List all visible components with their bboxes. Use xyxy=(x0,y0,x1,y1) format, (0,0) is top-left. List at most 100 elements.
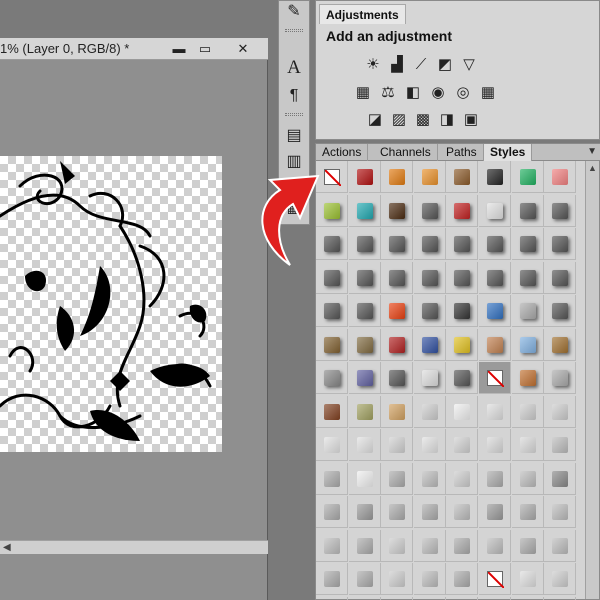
close-icon[interactable]: ✕ xyxy=(232,40,254,57)
style-swatch[interactable] xyxy=(544,496,577,528)
style-swatch[interactable] xyxy=(316,295,348,327)
style-swatch[interactable] xyxy=(511,529,544,562)
style-swatch[interactable] xyxy=(381,161,414,193)
tab-paths[interactable]: Paths xyxy=(440,144,484,161)
style-swatch[interactable] xyxy=(381,295,414,327)
style-swatch[interactable] xyxy=(511,261,544,294)
style-swatch[interactable] xyxy=(544,462,577,495)
style-swatch[interactable] xyxy=(446,429,479,461)
style-swatch[interactable] xyxy=(381,496,414,528)
style-swatch[interactable] xyxy=(446,395,479,428)
style-swatch[interactable] xyxy=(413,328,446,361)
style-swatch[interactable] xyxy=(544,429,577,461)
style-swatch[interactable] xyxy=(446,295,479,327)
scroll-up-icon[interactable]: ▲ xyxy=(588,163,597,173)
dock-grip[interactable] xyxy=(285,29,303,32)
style-swatch[interactable] xyxy=(479,295,511,327)
hue-saturation-icon[interactable]: ▦ xyxy=(354,85,372,101)
style-swatch[interactable] xyxy=(479,395,511,428)
style-swatch[interactable] xyxy=(348,295,381,327)
style-swatch[interactable] xyxy=(316,596,348,600)
style-swatch[interactable] xyxy=(479,429,511,461)
style-swatch[interactable] xyxy=(349,596,381,600)
style-swatch[interactable] xyxy=(316,496,348,528)
style-swatch[interactable] xyxy=(479,228,511,260)
style-swatch[interactable] xyxy=(479,161,511,193)
style-swatch[interactable] xyxy=(446,563,479,595)
style-swatch[interactable] xyxy=(511,295,544,327)
selective-color-icon[interactable]: ▣ xyxy=(462,112,480,128)
scroll-left-icon[interactable]: ◀ xyxy=(3,542,11,553)
photo-filter-icon[interactable]: ◉ xyxy=(429,85,447,101)
style-swatch[interactable] xyxy=(544,529,577,562)
style-swatch[interactable] xyxy=(381,328,414,361)
maximize-icon[interactable]: ▭ xyxy=(194,40,216,57)
style-swatch[interactable] xyxy=(511,395,544,428)
style-swatch[interactable] xyxy=(446,462,479,495)
style-swatch[interactable] xyxy=(413,395,446,428)
style-swatch[interactable] xyxy=(544,395,577,428)
tab-styles[interactable]: Styles xyxy=(484,144,533,161)
style-swatch[interactable] xyxy=(381,429,414,461)
info-panel-icon[interactable]: ▤ xyxy=(282,125,306,147)
style-swatch[interactable] xyxy=(479,261,511,294)
style-swatch[interactable] xyxy=(512,596,544,600)
style-swatch[interactable] xyxy=(446,362,479,394)
style-swatch[interactable] xyxy=(413,529,446,562)
style-swatch[interactable] xyxy=(348,496,381,528)
posterize-icon[interactable]: ▨ xyxy=(390,112,408,128)
minimize-icon[interactable]: ▬ xyxy=(168,40,190,57)
style-swatch[interactable] xyxy=(316,529,348,562)
vertical-scrollbar[interactable]: ▲ xyxy=(585,161,599,599)
style-swatch[interactable] xyxy=(544,194,577,227)
layer-comps-icon[interactable]: ▦ xyxy=(282,197,306,219)
style-swatch[interactable] xyxy=(381,261,414,294)
style-swatch[interactable] xyxy=(348,328,381,361)
style-swatch[interactable] xyxy=(413,462,446,495)
panel-menu-icon[interactable]: ▼ xyxy=(587,144,597,160)
style-none-swatch[interactable] xyxy=(479,362,511,394)
style-swatch[interactable] xyxy=(544,295,577,327)
document-canvas[interactable] xyxy=(0,156,222,452)
style-swatch[interactable] xyxy=(348,563,381,595)
style-swatch[interactable] xyxy=(544,596,577,600)
style-swatch[interactable] xyxy=(381,395,414,428)
style-swatch[interactable] xyxy=(544,261,577,294)
style-swatch[interactable] xyxy=(316,429,348,461)
color-lookup-icon[interactable]: ▦ xyxy=(479,85,497,101)
style-swatch[interactable] xyxy=(316,462,348,495)
style-none-swatch[interactable] xyxy=(479,563,511,595)
style-swatch[interactable] xyxy=(413,362,446,394)
style-swatch[interactable] xyxy=(479,462,511,495)
style-swatch[interactable] xyxy=(348,228,381,260)
style-swatch[interactable] xyxy=(544,563,577,595)
style-swatch[interactable] xyxy=(446,529,479,562)
style-swatch[interactable] xyxy=(446,328,479,361)
threshold-icon[interactable]: ▩ xyxy=(414,112,432,128)
style-swatch[interactable] xyxy=(511,161,544,193)
style-swatch[interactable] xyxy=(413,194,446,227)
style-swatch[interactable] xyxy=(479,496,511,528)
black-white-icon[interactable]: ◧ xyxy=(404,85,422,101)
style-swatch[interactable] xyxy=(413,563,446,595)
style-swatch[interactable] xyxy=(511,496,544,528)
style-swatch[interactable] xyxy=(479,596,511,600)
style-swatch[interactable] xyxy=(511,362,544,394)
gradient-map-icon[interactable]: ◨ xyxy=(438,112,456,128)
style-swatch[interactable] xyxy=(381,228,414,260)
style-swatch[interactable] xyxy=(348,161,381,193)
brightness-contrast-icon[interactable]: ☀ xyxy=(364,57,382,73)
style-swatch[interactable] xyxy=(446,596,479,600)
horizontal-scrollbar[interactable]: ◀ xyxy=(0,540,268,554)
style-swatch[interactable] xyxy=(479,529,511,562)
style-swatch[interactable] xyxy=(413,261,446,294)
style-swatch[interactable] xyxy=(544,228,577,260)
style-swatch[interactable] xyxy=(316,194,348,227)
style-swatch[interactable] xyxy=(381,194,414,227)
brush-tool-icon[interactable]: ✎ xyxy=(282,1,306,23)
style-swatch[interactable] xyxy=(511,462,544,495)
style-swatch[interactable] xyxy=(446,194,479,227)
levels-icon[interactable]: ▟ xyxy=(388,57,406,73)
document-titlebar[interactable]: 1% (Layer 0, RGB/8) * ▬ ▭ ✕ xyxy=(0,38,268,60)
style-swatch[interactable] xyxy=(479,194,511,227)
